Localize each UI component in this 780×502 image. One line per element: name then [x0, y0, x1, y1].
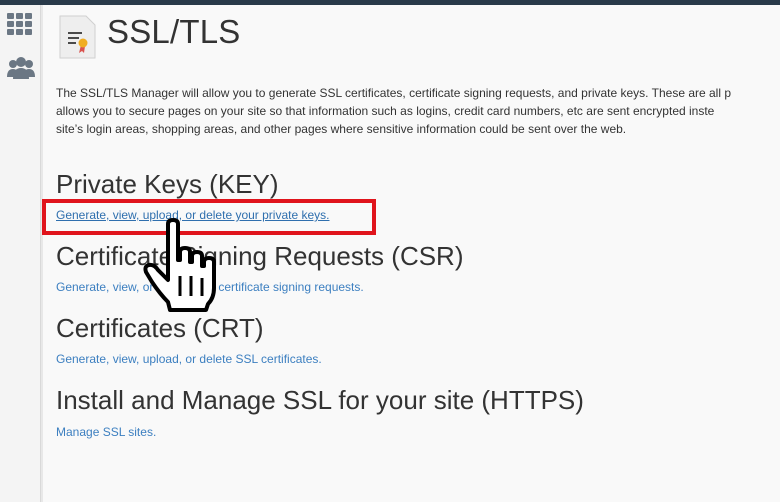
private-keys-heading: Private Keys (KEY): [56, 169, 279, 199]
install-ssl-heading: Install and Manage SSL for your site (HT…: [56, 385, 584, 415]
grid-icon[interactable]: [7, 13, 33, 39]
certificates-heading: Certificates (CRT): [56, 313, 264, 343]
manage-ssl-link[interactable]: Manage SSL sites.: [56, 425, 156, 439]
sidebar-divider: [41, 5, 43, 502]
description-line: The SSL/TLS Manager will allow you to ge…: [56, 86, 732, 100]
csr-heading: Certificate Signing Requests (CSR): [56, 241, 464, 271]
certificate-icon: [58, 15, 96, 59]
description: The SSL/TLS Manager will allow you to ge…: [56, 84, 780, 138]
certificates-link[interactable]: Generate, view, upload, or delete SSL ce…: [56, 352, 322, 366]
sidebar: [0, 5, 41, 502]
hand-pointer-icon: [140, 218, 224, 314]
description-line: allows you to secure pages on your site …: [56, 104, 715, 118]
top-bar: [0, 0, 780, 5]
page-title: SSL/TLS: [107, 13, 241, 50]
users-icon[interactable]: [7, 57, 35, 83]
description-line: site’s login areas, shopping areas, and …: [56, 122, 627, 136]
